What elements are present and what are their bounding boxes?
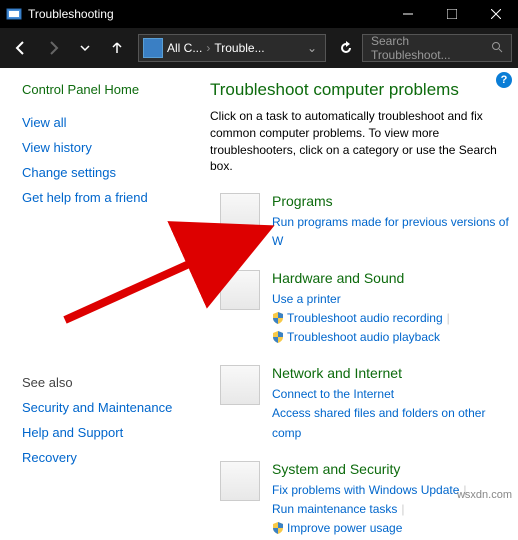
sidebar-link[interactable]: View all [22,115,210,130]
control-panel-home[interactable]: Control Panel Home [22,82,210,97]
sidebar-link[interactable]: View history [22,140,210,155]
task-link[interactable]: Run maintenance tasks [272,502,397,516]
category: Programs Run programs made for previous v… [210,193,510,251]
see-also: See also Security and Maintenance Help a… [22,375,172,475]
see-also-link[interactable]: Recovery [22,450,172,465]
task-link[interactable]: Troubleshoot audio playback [287,330,440,344]
window-title: Troubleshooting [28,7,114,21]
location-icon [143,38,163,58]
category-links: Connect to the Internet Access shared fil… [272,385,510,443]
search-input[interactable]: Search Troubleshoot... [362,34,512,62]
category-title[interactable]: Network and Internet [272,365,510,381]
see-also-header: See also [22,375,172,390]
category-icon [220,365,260,405]
shield-icon [272,330,284,342]
dropdown-nav-button[interactable] [70,33,100,63]
breadcrumb-seg[interactable]: Trouble... [214,41,264,55]
category-title[interactable]: System and Security [272,461,510,477]
chevron-down-icon[interactable]: ⌄ [299,41,325,55]
category: Hardware and Sound Use a printer Troublesh… [210,270,510,348]
task-link[interactable]: Fix problems with Windows Update [272,483,459,497]
up-button[interactable] [102,33,132,63]
sidebar-link[interactable]: Get help from a friend [22,190,210,205]
page-title: Troubleshoot computer problems [210,80,510,100]
refresh-button[interactable] [332,34,360,62]
search-icon [491,41,503,56]
page-description: Click on a task to automatically trouble… [210,108,510,175]
shield-icon [272,311,284,323]
task-link[interactable]: Use a printer [272,292,341,306]
see-also-link[interactable]: Help and Support [22,425,172,440]
search-placeholder: Search Troubleshoot... [371,34,491,62]
main-panel: ? Troubleshoot computer problems Click o… [210,68,518,505]
titlebar: Troubleshooting [0,0,518,28]
watermark: wsxdn.com [457,489,512,501]
back-button[interactable] [6,33,36,63]
task-link[interactable]: Troubleshoot audio recording [287,311,443,325]
category-links: Run programs made for previous versions … [272,213,510,251]
maximize-button[interactable] [430,0,474,28]
minimize-button[interactable] [386,0,430,28]
category-icon [220,461,260,501]
category: Network and Internet Connect to the Inter… [210,365,510,443]
shield-icon [272,521,284,533]
breadcrumb-seg[interactable]: All C... [167,41,202,55]
close-button[interactable] [474,0,518,28]
category-icon [220,270,260,310]
navbar: All C... › Trouble... ⌄ Search Troublesh… [0,28,518,68]
chevron-right-icon: › [206,41,210,55]
forward-button[interactable] [38,33,68,63]
app-icon [6,6,22,22]
category-icon [220,193,260,233]
breadcrumb[interactable]: All C... › Trouble... ⌄ [138,34,326,62]
task-link[interactable]: Connect to the Internet [272,387,394,401]
category-title[interactable]: Hardware and Sound [272,270,510,286]
task-link[interactable]: Access shared files and folders on other… [272,406,485,439]
category-title[interactable]: Programs [272,193,510,209]
category-links: Use a printer Troubleshoot audio recordin… [272,290,510,348]
see-also-link[interactable]: Security and Maintenance [22,400,172,415]
task-link[interactable]: Run programs made for previous versions … [272,215,509,248]
sidebar-link[interactable]: Change settings [22,165,210,180]
task-link[interactable]: Improve power usage [287,521,402,535]
help-icon[interactable]: ? [496,72,512,88]
